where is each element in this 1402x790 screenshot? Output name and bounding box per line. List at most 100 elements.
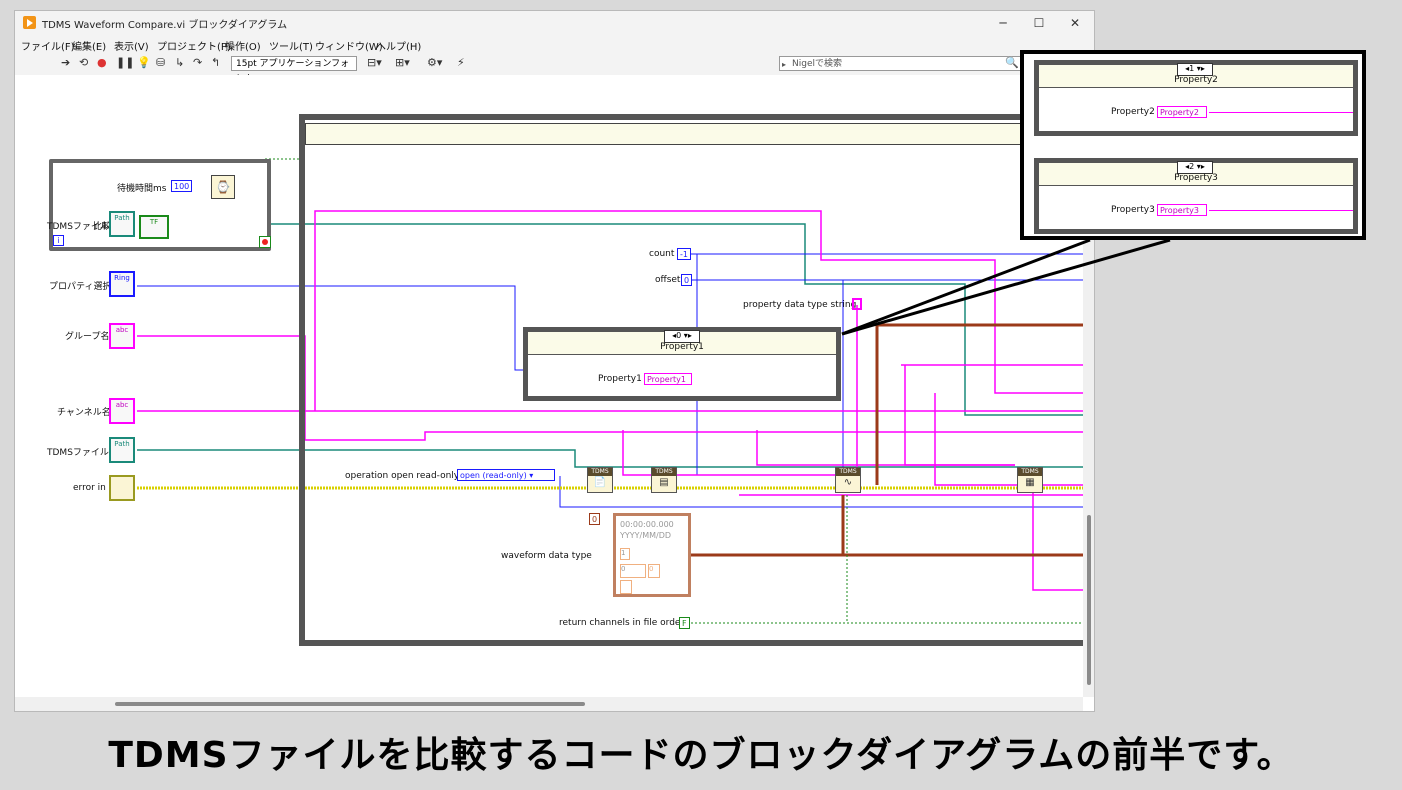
menu-view[interactable]: 表示(V) [114,38,149,53]
case-title-3: Property3 [1174,173,1218,183]
error-in-terminal[interactable] [109,475,135,501]
tdms-list-node[interactable]: TDMS ▤ [651,467,677,493]
vertical-scroll-thumb[interactable] [1087,515,1091,685]
search-icon[interactable]: 🔍 [1005,56,1019,69]
case2-row-label: Property2 [1111,107,1155,117]
wait-constant[interactable]: 100 [171,180,193,192]
property-tag: Ring [114,274,130,282]
case-header-2: ◂1 ▾▸ Property2 [1039,63,1353,88]
zoom-callout: ◂1 ▾▸ Property2 Property2 Property2 ◂2 ▾… [1020,50,1366,240]
case-selector-3-value: 2 [1189,162,1195,171]
prop-type-label: property data type string [743,300,857,310]
compare-button-terminal[interactable]: TF [139,215,169,239]
iteration-icon: i [53,235,64,246]
file-open-icon: 📄 [593,477,607,488]
waveform-attr [620,580,632,594]
caption: TDMSファイルを比較するコードのブロックダイアグラムの前半です。 [108,735,1294,776]
wait-ms-icon[interactable]: ⌚ [211,175,235,199]
case-structure-property3[interactable]: ◂2 ▾▸ Property3 Property3 Property3 [1034,158,1358,234]
file2-tag: Path [114,214,130,222]
tdms-read-label: TDMS [836,468,860,476]
file1-path-terminal[interactable]: Path [109,437,135,463]
menu-window[interactable]: ウィンドウ(W) [315,38,383,53]
run-continuous-icon[interactable]: ⟲ [79,56,88,69]
search-placeholder: Nigelで検索 [792,59,842,69]
waveform-cluster[interactable]: 00:00:00.000 YYYY/MM/DD 1 0 0 [613,513,691,597]
font-select[interactable]: 15pt アプリケーションフォント ▾ [231,56,357,84]
control-label-error-in: error in [73,483,106,493]
properties-icon: ▦ [1025,477,1035,488]
tdms-get-properties-node[interactable]: TDMS ▦ [1017,467,1043,493]
maximize-button[interactable]: ☐ [1026,13,1052,33]
control-label-group: グループ名 [65,332,110,342]
retain-wire-values-icon[interactable]: ⛁ [156,56,165,69]
menu-file[interactable]: ファイル(F) [21,38,75,53]
search-prefix-icon: ▸ [782,60,787,69]
tdms-open-node[interactable]: TDMS 📄 [587,467,613,493]
count-constant[interactable]: -1 [677,248,691,260]
case-header: ◂0 ▾▸ Property1 [528,330,836,355]
menu-help[interactable]: ヘルプ(H) [376,38,421,53]
stop-terminal[interactable] [259,236,271,248]
align-icon[interactable]: ⊟▾ [367,56,382,69]
case-structure-property2[interactable]: ◂1 ▾▸ Property2 Property2 Property2 [1034,60,1358,136]
close-button[interactable]: ✕ [1062,13,1088,33]
highlight-execution-icon[interactable]: 💡 [137,56,151,69]
read-icon: ∿ [843,477,853,488]
step-into-icon[interactable]: ↳ [175,56,184,69]
waveform-index[interactable]: 0 [589,513,601,525]
cleanup-icon[interactable]: ⚡ [457,56,465,69]
menu-tools[interactable]: ツール(T) [269,38,313,53]
operation-label: operation open read-only [345,471,460,481]
control-label-file2: TDMSファイル2 [47,222,115,232]
tdms-props-label: TDMS [1018,468,1042,476]
case-selector-2-value: 1 [1189,64,1195,73]
offset-constant[interactable]: 0 [681,274,693,286]
channel-tag: abc [115,401,129,409]
while-loop[interactable]: 待機時間ms 100 ⌚ 比較実行 TF i [49,159,271,251]
prop-type-constant[interactable] [852,298,862,310]
toolbar: ➔ ⟲ ● ❚❚ 💡 ⛁ ↳ ↷ ↰ 15pt アプリケーションフォント ▾ ⊟… [15,53,1094,84]
step-out-icon[interactable]: ↰ [211,56,220,69]
property-ring-terminal[interactable]: Ring [109,271,135,297]
block-diagram-canvas[interactable]: 待機時間ms 100 ⌚ 比較実行 TF i TDMSファイル2 Path プロ… [15,75,1089,697]
horizontal-scrollbar[interactable] [15,697,1083,711]
count-label: count [649,249,675,259]
reorder-icon[interactable]: ⚙▾ [427,56,442,69]
abort-icon[interactable]: ● [97,56,107,69]
case3-row-value[interactable]: Property3 [1157,204,1207,216]
menu-edit[interactable]: 編集(E) [72,38,106,53]
search-input[interactable]: ▸ Nigelで検索 [779,56,1025,71]
operation-value: open (read-only) [460,471,527,480]
labview-window: TDMS Waveform Compare.vi ブロックダイアグラム ─ ☐ … [14,10,1095,712]
return-constant[interactable]: F [679,617,690,629]
case2-row-value[interactable]: Property2 [1157,106,1207,118]
minimize-button[interactable]: ─ [990,13,1016,33]
menu-project[interactable]: プロジェクト(P) [157,38,231,53]
offset-label: offset [655,275,681,285]
distribute-icon[interactable]: ⊞▾ [395,56,410,69]
window-title: TDMS Waveform Compare.vi ブロックダイアグラム [42,20,288,31]
group-string-terminal[interactable]: abc [109,323,135,349]
case-selector-value: 0 [676,331,682,340]
horizontal-scroll-thumb[interactable] [115,702,585,706]
case-row-value[interactable]: Property1 [644,373,692,385]
return-label: return channels in file order [559,618,685,628]
case-header-3: ◂2 ▾▸ Property3 [1039,161,1353,186]
file2-path-terminal[interactable]: Path [109,211,135,237]
operation-enum[interactable]: open (read-only) ▾ [457,469,555,481]
case2-wire [1209,112,1353,113]
case3-row-label: Property3 [1111,205,1155,215]
case-title-2: Property2 [1174,75,1218,85]
tdms-read-node[interactable]: TDMS ∿ [835,467,861,493]
menu-operate[interactable]: 操作(O) [225,38,261,53]
group-tag: abc [115,326,129,334]
control-label-file1: TDMSファイル1 [47,448,115,458]
tdms-list-label: TDMS [652,468,676,476]
pause-icon[interactable]: ❚❚ [116,56,134,69]
waveform-y0: 0 [620,564,646,578]
case-structure-property1[interactable]: ◂0 ▾▸ Property1 Property1 Property1 [523,327,841,401]
step-over-icon[interactable]: ↷ [193,56,202,69]
run-arrow-icon[interactable]: ➔ [61,56,70,69]
channel-string-terminal[interactable]: abc [109,398,135,424]
